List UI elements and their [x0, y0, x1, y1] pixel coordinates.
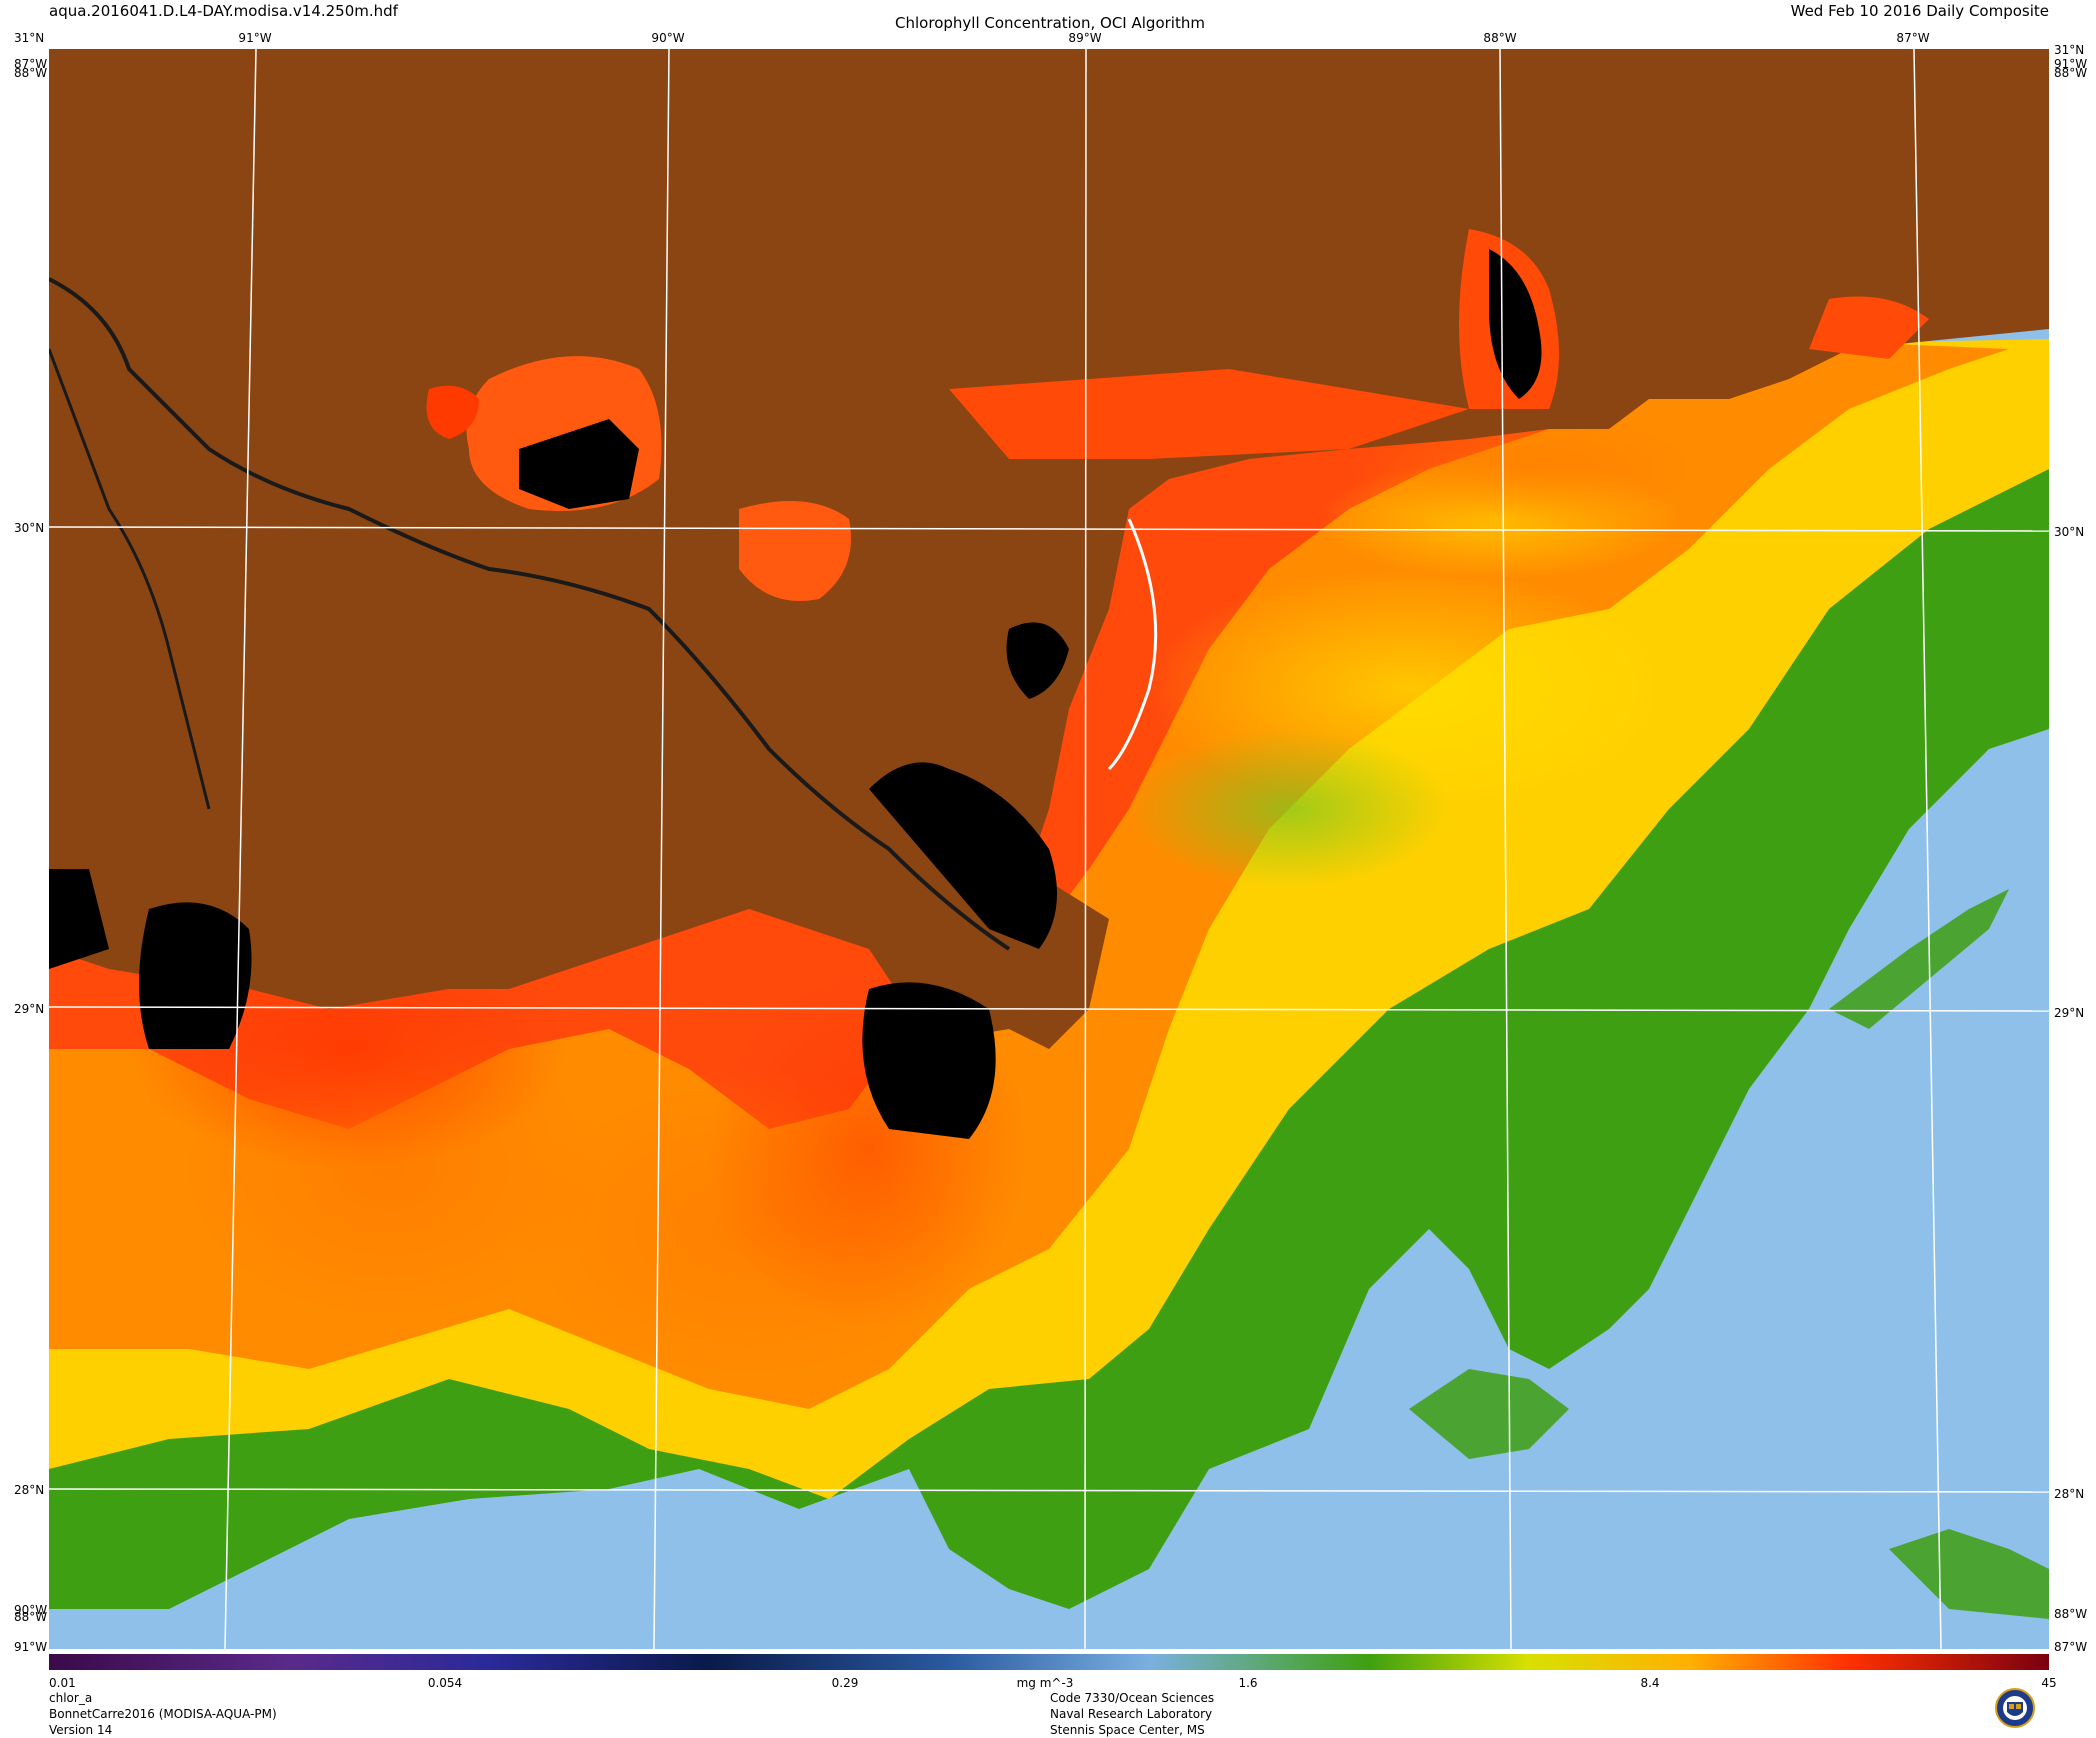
corner-tr-lat: 31°N	[2054, 43, 2085, 57]
file-name: aqua.2016041.D.L4-DAY.modisa.v14.250m.hd…	[49, 2, 398, 20]
footer-org-line3: Stennis Space Center, MS	[1050, 1723, 1205, 1737]
lon-label-88w: 88°W	[1483, 31, 1517, 45]
map-title: Chlorophyll Concentration, OCI Algorithm	[895, 14, 1205, 32]
chlorophyll-map[interactable]	[49, 49, 2049, 1649]
footer-version: Version 14	[49, 1723, 113, 1737]
corner-bl-lon3: 91°W	[14, 1640, 48, 1654]
colorbar-tick-6: 45	[2041, 1676, 2057, 1690]
footer-org-line1: Code 7330/Ocean Sciences	[1050, 1691, 1215, 1705]
lat-label-left-29n: 29°N	[14, 1002, 45, 1016]
corner-tl-lon2: 88°W	[14, 66, 48, 80]
corner-tr-lon2: 88°W	[2054, 66, 2088, 80]
lat-label-right-30n: 30°N	[2054, 525, 2085, 539]
footer-org-line2: Naval Research Laboratory	[1050, 1707, 1213, 1721]
map-canvas	[49, 49, 2049, 1649]
lon-label-87w: 87°W	[1896, 31, 1930, 45]
lat-label-left-30n: 30°N	[14, 521, 45, 535]
colorbar-tick-0: 0.01	[49, 1676, 76, 1690]
colorbar-tick-1: 0.054	[427, 1676, 463, 1690]
corner-br-lon: 88°W	[2054, 1607, 2088, 1621]
footer-variable: chlor_a	[49, 1691, 93, 1705]
delta-nodata-2	[862, 982, 996, 1139]
lat-label-right-29n: 29°N	[2054, 1006, 2085, 1020]
lon-label-89w: 89°W	[1068, 31, 1102, 45]
colorbar-tick-4: 1.6	[1238, 1676, 1258, 1690]
colorbar	[49, 1654, 2049, 1670]
colorbar-tick-5: 8.4	[1640, 1676, 1660, 1690]
colorbar-unit: mg m^-3	[1016, 1676, 1074, 1690]
blend-green-plume	[1129, 729, 1449, 889]
lon-label-90w: 90°W	[651, 31, 685, 45]
delta-nodata-3	[139, 902, 252, 1049]
corner-tl-lat: 31°N	[14, 31, 45, 45]
nrl-seal-icon	[1995, 1688, 2035, 1728]
footer-region: BonnetCarre2016 (MODISA-AQUA-PM)	[49, 1707, 277, 1721]
lon-label-91w: 91°W	[238, 31, 272, 45]
colorbar-tick-2: 0.29	[831, 1676, 859, 1690]
lat-label-left-28n: 28°N	[14, 1483, 45, 1497]
composite-date: Wed Feb 10 2016 Daily Composite	[1790, 2, 2049, 20]
lat-label-right-28n: 28°N	[2054, 1487, 2085, 1501]
corner-br-lon2: 87°W	[2054, 1640, 2088, 1654]
corner-bl-lon2: 88°W	[14, 1610, 48, 1624]
